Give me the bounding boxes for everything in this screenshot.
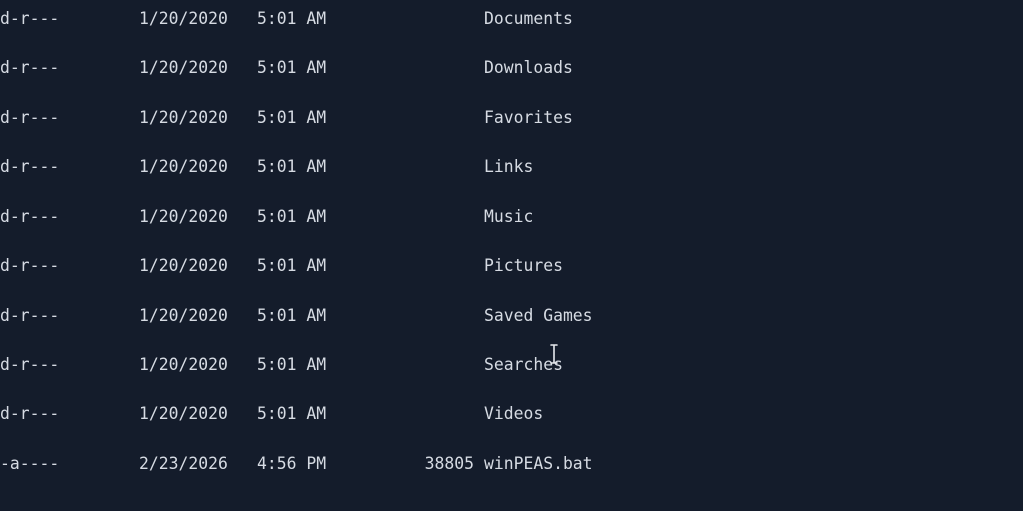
entry-date: 1/20/2020 xyxy=(139,58,228,77)
entry-time: 5:01 AM xyxy=(257,306,327,325)
terminal-output[interactable]: d-r--- 1/20/2020 5:01 AM Documents d-r--… xyxy=(0,0,1023,511)
entry-mode: d-r--- xyxy=(0,207,60,226)
entry-mode: d-r--- xyxy=(0,108,60,127)
entry-name: winPEAS.bat xyxy=(484,454,593,473)
entry-date: 1/20/2020 xyxy=(139,355,228,374)
entry-mode: d-r--- xyxy=(0,404,60,423)
entry-time: 5:01 AM xyxy=(257,404,327,423)
entry-name: Favorites xyxy=(484,108,573,127)
entry-time: 5:01 AM xyxy=(257,108,327,127)
entry-mode: d-r--- xyxy=(0,58,60,77)
entry-time: 4:56 PM xyxy=(257,454,327,473)
dir-entry-row: d-r--- 1/20/2020 5:01 AM Favorites xyxy=(0,106,1023,130)
entry-date: 1/20/2020 xyxy=(139,9,228,28)
entry-time: 5:01 AM xyxy=(257,256,327,275)
entry-date: 1/20/2020 xyxy=(139,256,228,275)
dir-entry-row: d-r--- 1/20/2020 5:01 AM Videos xyxy=(0,402,1023,426)
dir-entry-row: d-r--- 1/20/2020 5:01 AM Pictures xyxy=(0,254,1023,278)
dir-entry-row: d-r--- 1/20/2020 5:01 AM Documents xyxy=(0,7,1023,31)
entry-date: 1/20/2020 xyxy=(139,108,228,127)
entry-name: Music xyxy=(484,207,534,226)
dir-entry-row: d-r--- 1/20/2020 5:01 AM Searches xyxy=(0,353,1023,377)
entry-mode: d-r--- xyxy=(0,9,60,28)
entry-name: Saved Games xyxy=(484,306,593,325)
entry-time: 5:01 AM xyxy=(257,58,327,77)
entry-mode: d-r--- xyxy=(0,306,60,325)
dir-entry-row: d-r--- 1/20/2020 5:01 AM Links xyxy=(0,155,1023,179)
entry-name: Pictures xyxy=(484,256,563,275)
entry-name: Videos xyxy=(484,404,544,423)
entry-date: 1/20/2020 xyxy=(139,306,228,325)
dir-entry-row: d-r--- 1/20/2020 5:01 AM Music xyxy=(0,205,1023,229)
entry-time: 5:01 AM xyxy=(257,9,327,28)
entry-mode: d-r--- xyxy=(0,256,60,275)
entry-date: 1/20/2020 xyxy=(139,207,228,226)
text-cursor-icon xyxy=(550,344,558,364)
dir-entry-row: -a---- 2/23/2026 4:56 PM 38805 winPEAS.b… xyxy=(0,452,1023,476)
entry-mode: d-r--- xyxy=(0,157,60,176)
entry-mode: -a---- xyxy=(0,454,60,473)
entry-name: Downloads xyxy=(484,58,573,77)
entry-mode: d-r--- xyxy=(0,355,60,374)
entry-time: 5:01 AM xyxy=(257,157,327,176)
entry-time: 5:01 AM xyxy=(257,207,327,226)
dir-entry-row: d-r--- 1/20/2020 5:01 AM Saved Games xyxy=(0,304,1023,328)
entry-name: Documents xyxy=(484,9,573,28)
entry-date: 1/20/2020 xyxy=(139,404,228,423)
entry-name: Links xyxy=(484,157,534,176)
entry-time: 5:01 AM xyxy=(257,355,327,374)
entry-date: 2/23/2026 xyxy=(139,454,228,473)
entry-length: 38805 xyxy=(424,454,474,473)
dir-entry-row: d-r--- 1/20/2020 5:01 AM Downloads xyxy=(0,56,1023,80)
entry-date: 1/20/2020 xyxy=(139,157,228,176)
